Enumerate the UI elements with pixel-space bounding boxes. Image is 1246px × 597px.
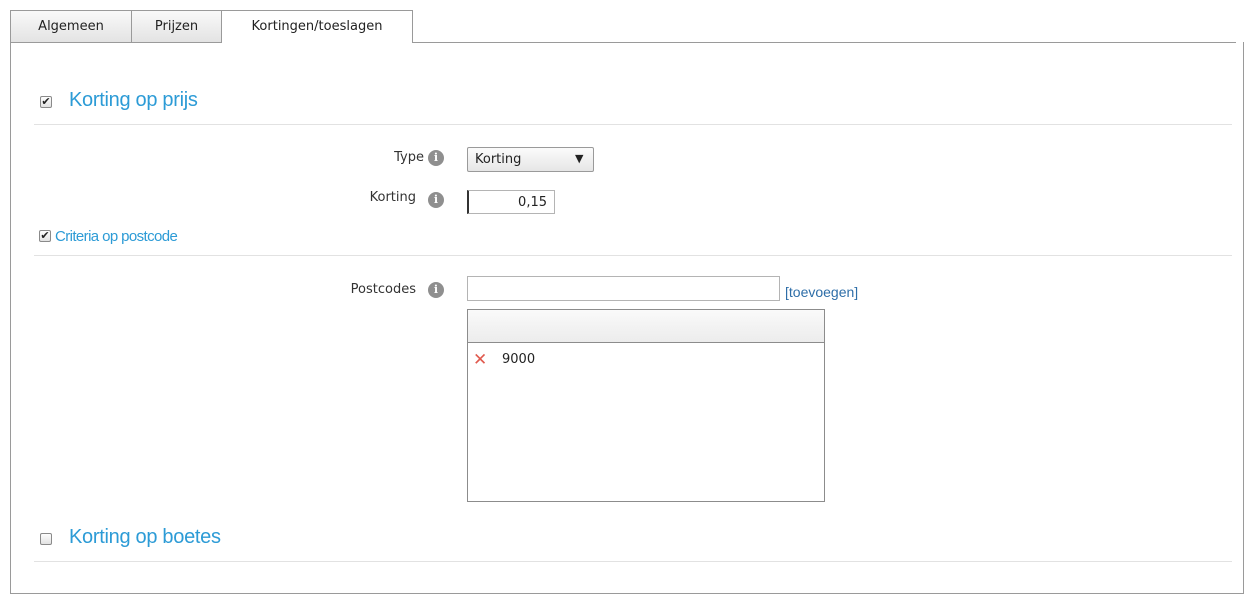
- remove-x-icon[interactable]: ✕: [473, 350, 487, 370]
- toevoegen-link[interactable]: [toevoegen]: [785, 284, 858, 300]
- section-divider: [34, 561, 1232, 562]
- tab-bar: Algemeen Prijzen Kortingen/toeslagen: [10, 0, 1236, 43]
- korting-boetes-checkbox[interactable]: [40, 533, 52, 545]
- postcode-input[interactable]: [467, 276, 780, 301]
- type-select[interactable]: Korting ▼: [467, 147, 594, 172]
- info-icon[interactable]: i: [428, 282, 444, 298]
- caret-down-icon: ▼: [575, 152, 584, 165]
- korting-input-value: 0,15: [518, 195, 547, 210]
- section-title-criteria-postcode: Criteria op postcode: [55, 228, 178, 245]
- type-label: Type: [394, 150, 424, 165]
- checkmark-icon: ✔: [41, 95, 51, 108]
- section-title-korting-boetes: Korting op boetes: [69, 526, 221, 548]
- info-icon[interactable]: i: [428, 150, 444, 166]
- postcodes-label: Postcodes: [350, 282, 416, 297]
- postcode-value: 9000: [502, 352, 536, 367]
- postcode-list-header: [468, 310, 824, 343]
- section-title-korting-prijs: Korting op prijs: [69, 89, 198, 111]
- korting-label: Korting: [369, 190, 416, 205]
- section-divider: [34, 124, 1232, 125]
- section-divider: [34, 255, 1232, 256]
- checkmark-icon: ✔: [40, 229, 50, 242]
- korting-prijs-checkbox[interactable]: ✔: [40, 96, 52, 108]
- postcode-list[interactable]: ✕ 9000: [467, 309, 825, 502]
- tab-algemeen[interactable]: Algemeen: [10, 10, 132, 42]
- criteria-postcode-checkbox[interactable]: ✔: [39, 230, 51, 242]
- list-item: ✕ 9000: [468, 350, 824, 374]
- info-icon[interactable]: i: [428, 192, 444, 208]
- korting-input[interactable]: 0,15: [467, 190, 555, 214]
- tab-panel: ✔ Korting op prijs Type i Korting ▼ Kort…: [10, 42, 1244, 594]
- type-select-value: Korting: [475, 152, 522, 167]
- tab-kortingen-toeslagen[interactable]: Kortingen/toeslagen: [221, 10, 413, 43]
- tab-prijzen[interactable]: Prijzen: [131, 10, 222, 42]
